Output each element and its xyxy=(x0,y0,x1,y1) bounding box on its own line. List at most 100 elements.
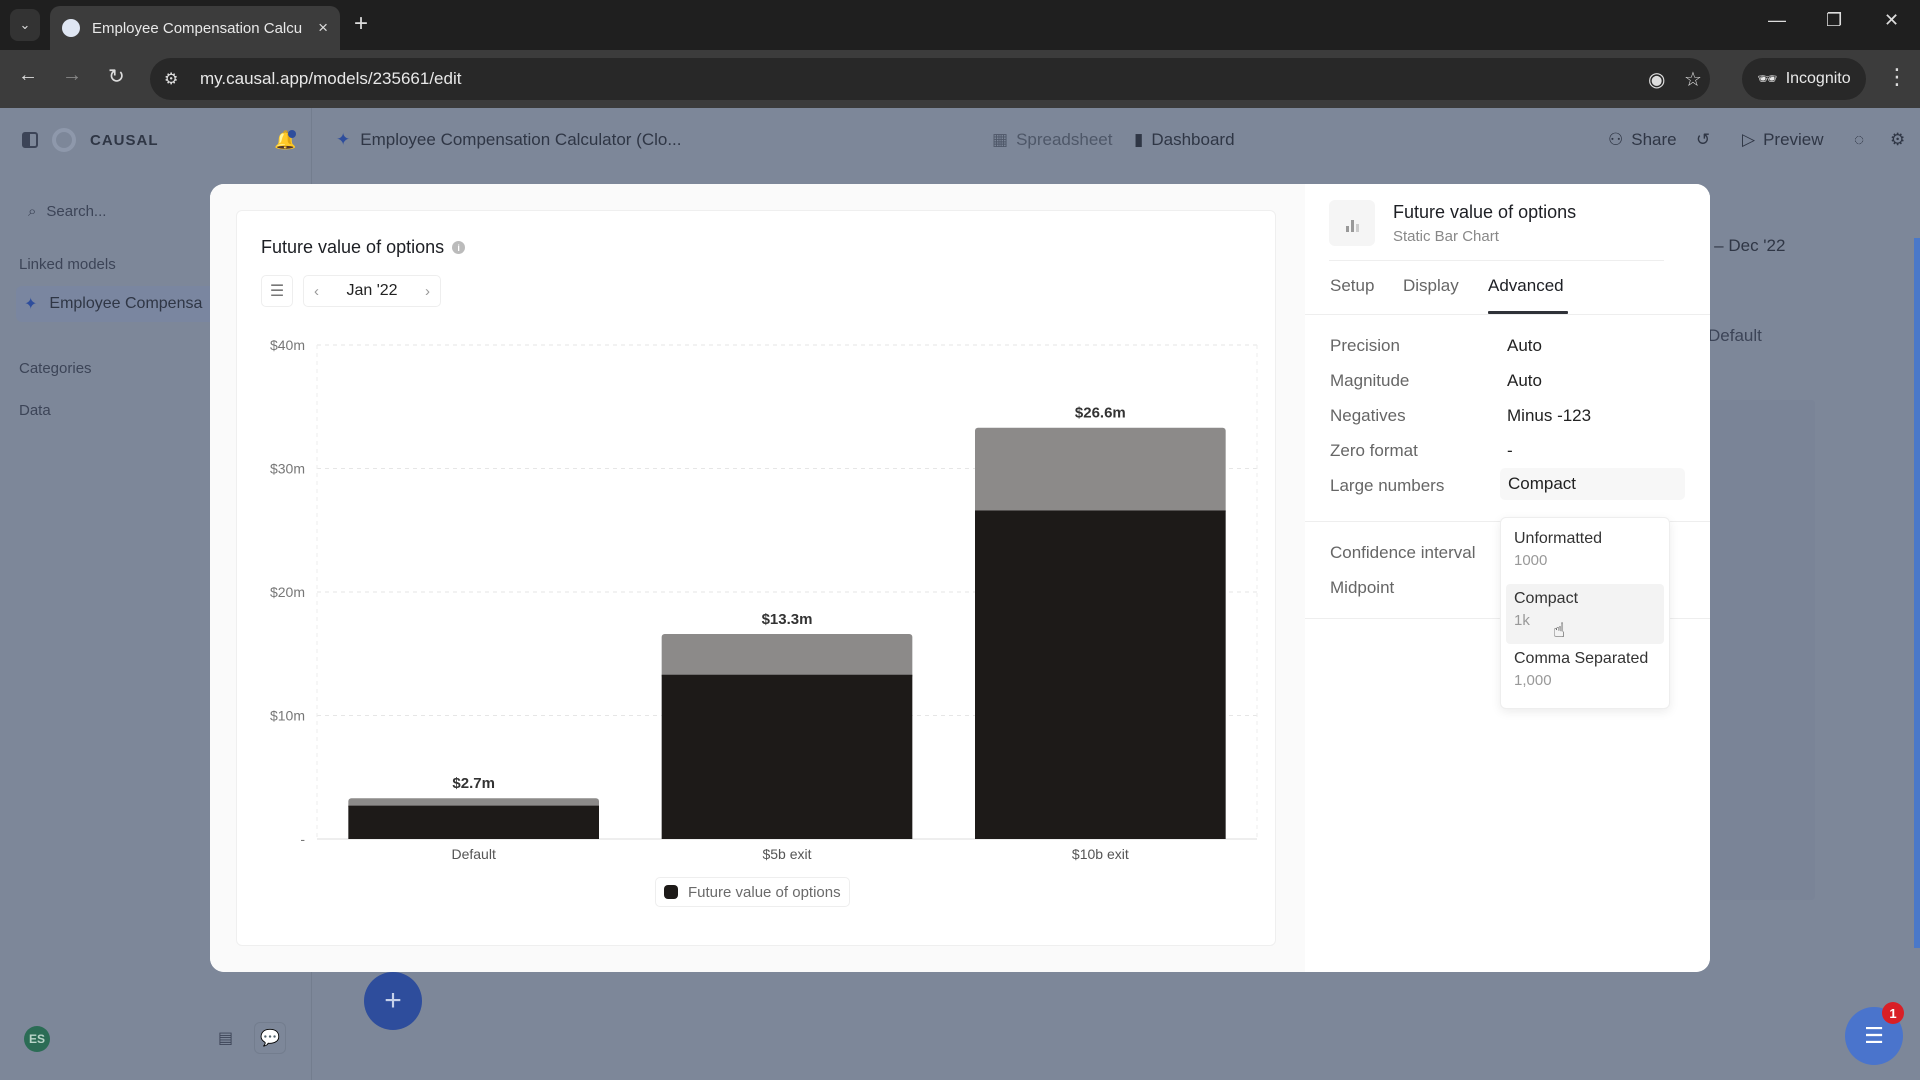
browser-menu-icon[interactable]: ⋮ xyxy=(1886,64,1908,90)
comments-icon[interactable]: ◌ xyxy=(1854,130,1864,150)
period-navigator: ‹ Jan '22 › xyxy=(303,275,441,307)
tab-display[interactable]: Display xyxy=(1403,276,1459,296)
legend-swatch xyxy=(664,885,678,899)
hand-cursor-icon: ☝ xyxy=(1553,620,1566,642)
tab-dashboard[interactable]: ▮ Dashboard xyxy=(1134,130,1235,150)
config-title: Future value of options xyxy=(1393,202,1577,222)
back-icon[interactable]: ← xyxy=(18,64,38,87)
eye-off-icon[interactable]: ◉ xyxy=(1648,67,1665,92)
scenario-select[interactable]: Default xyxy=(1708,326,1762,346)
incognito-icon: 🕶 xyxy=(1757,71,1778,88)
address-bar[interactable]: ⚙ my.causal.app/models/235661/edit ◉ ☆ xyxy=(150,58,1710,100)
sparkle-icon: ✦ xyxy=(336,130,351,149)
browser-tab-strip: ⌄ Employee Compensation Calcu × + — ❐ ✕ xyxy=(0,0,1920,50)
chart-editor-modal: Future value of options i ☰ ‹ Jan '22 › … xyxy=(210,184,1710,972)
sidebar-item-categories[interactable]: Categories xyxy=(19,360,92,377)
zero-format-select[interactable]: - xyxy=(1507,441,1513,461)
users-icon: ⚇ xyxy=(1608,130,1624,149)
settings-gear-icon[interactable]: ⚙ xyxy=(1890,130,1905,150)
reload-icon[interactable]: ↻ xyxy=(108,64,125,89)
unread-badge: 1 xyxy=(1882,1002,1904,1024)
divider xyxy=(1305,314,1710,315)
preview-button[interactable]: ▷ Preview xyxy=(1742,130,1824,150)
config-subtitle: Static Bar Chart xyxy=(1393,228,1499,245)
incognito-badge[interactable]: 🕶 Incognito xyxy=(1742,58,1866,100)
negatives-select[interactable]: Minus -123 xyxy=(1507,406,1591,426)
url-text[interactable]: my.causal.app/models/235661/edit xyxy=(200,69,461,89)
x-tick-label: $5b exit xyxy=(762,846,811,862)
date-range-select[interactable]: 2 – Dec '22 xyxy=(1700,236,1785,256)
bar xyxy=(975,510,1226,839)
forward-icon[interactable]: → xyxy=(62,64,82,87)
midpoint-label: Midpoint xyxy=(1330,578,1395,597)
dashboard-card-background xyxy=(1705,400,1815,900)
restore-icon[interactable]: ❐ xyxy=(1826,10,1842,31)
new-tab-button[interactable]: + xyxy=(354,10,368,38)
docs-book-icon[interactable]: ▤ xyxy=(218,1028,233,1048)
period-label: Jan '22 xyxy=(346,282,398,299)
window-close-icon[interactable]: ✕ xyxy=(1884,10,1899,31)
option-comma-separated[interactable]: Comma Separated 1,000 xyxy=(1506,644,1664,704)
option-label: Unformatted xyxy=(1514,530,1603,547)
tab-spreadsheet[interactable]: ▦ Spreadsheet xyxy=(992,130,1112,150)
large-numbers-dropdown: Unformatted 1000 Compact 1k Comma Separa… xyxy=(1500,517,1670,709)
sidebar-toggle-icon[interactable] xyxy=(22,132,38,148)
browser-toolbar: ← → ↻ ⚙ my.causal.app/models/235661/edit… xyxy=(0,50,1920,108)
y-tick-label: $20m xyxy=(270,584,305,600)
chevron-right-icon[interactable]: › xyxy=(425,283,430,300)
option-example: 1000 xyxy=(1514,552,1548,569)
bar-chart-icon xyxy=(1329,200,1375,246)
share-button[interactable]: ⚇ Share xyxy=(1608,130,1677,150)
model-topbar: ✦ Employee Compensation Calculator (Clo.… xyxy=(312,108,1920,172)
precision-label: Precision xyxy=(1330,336,1400,355)
tab-advanced[interactable]: Advanced xyxy=(1488,276,1564,296)
tab-search-button[interactable]: ⌄ xyxy=(10,9,40,41)
sidebar-header: CAUSAL xyxy=(22,128,159,152)
chart-menu-button[interactable]: ☰ xyxy=(261,275,293,307)
chart-preview-pane: Future value of options i ☰ ‹ Jan '22 › … xyxy=(210,184,1305,972)
y-tick-label: $40m xyxy=(270,337,305,353)
magnitude-label: Magnitude xyxy=(1330,371,1410,390)
data-label: $13.3m xyxy=(762,611,813,628)
chart-card: Future value of options i ☰ ‹ Jan '22 › … xyxy=(236,210,1276,946)
x-tick-label: Default xyxy=(451,846,495,862)
linked-model-label: Employee Compensa xyxy=(49,295,203,312)
tab-dashboard-label: Dashboard xyxy=(1151,130,1235,149)
bookmark-star-icon[interactable]: ☆ xyxy=(1684,67,1702,92)
bar xyxy=(348,805,599,839)
option-unformatted[interactable]: Unformatted 1000 xyxy=(1506,524,1664,584)
chat-icon[interactable]: 💬 xyxy=(254,1022,286,1054)
add-button[interactable]: + xyxy=(364,972,422,1030)
notification-dot xyxy=(288,130,296,138)
y-tick-label: $10m xyxy=(270,708,305,724)
sidebar-item-data[interactable]: Data xyxy=(19,402,51,419)
favicon-icon xyxy=(62,19,80,37)
minimize-icon[interactable]: — xyxy=(1768,10,1786,31)
user-avatar[interactable]: ES xyxy=(24,1026,50,1052)
preview-label: Preview xyxy=(1763,130,1824,149)
data-label: $2.7m xyxy=(452,775,495,792)
info-icon[interactable]: i xyxy=(452,241,466,254)
bar-chart: - $10m $20m $30m $40m $2.7m Default $13.3m $5b e… xyxy=(270,337,1258,862)
option-compact[interactable]: Compact 1k xyxy=(1506,584,1664,644)
hamburger-icon: ☰ xyxy=(269,283,285,300)
chart-legend[interactable]: Future value of options xyxy=(655,877,850,907)
large-numbers-select[interactable]: Compact xyxy=(1500,468,1685,500)
scrollbar[interactable] xyxy=(1914,238,1920,948)
magnitude-select[interactable]: Auto xyxy=(1507,371,1542,391)
share-label: Share xyxy=(1631,130,1677,149)
browser-tab[interactable]: Employee Compensation Calcu × xyxy=(50,6,340,50)
bar-confidence-segment xyxy=(661,633,913,679)
site-info-icon[interactable]: ⚙ xyxy=(164,69,188,89)
chart-title-text: Future value of options xyxy=(261,237,445,257)
spreadsheet-icon: ▦ xyxy=(992,130,1009,149)
chevron-left-icon[interactable]: ‹ xyxy=(314,283,319,300)
causal-logo-icon xyxy=(52,128,76,152)
precision-select[interactable]: Auto xyxy=(1507,336,1542,356)
history-icon[interactable]: ↺ xyxy=(1696,130,1710,150)
y-tick-label: - xyxy=(300,831,305,847)
close-tab-icon[interactable]: × xyxy=(318,18,328,38)
model-title[interactable]: ✦ Employee Compensation Calculator (Clo.… xyxy=(336,130,682,150)
tab-setup[interactable]: Setup xyxy=(1330,276,1374,296)
option-example: 1k xyxy=(1514,612,1530,629)
